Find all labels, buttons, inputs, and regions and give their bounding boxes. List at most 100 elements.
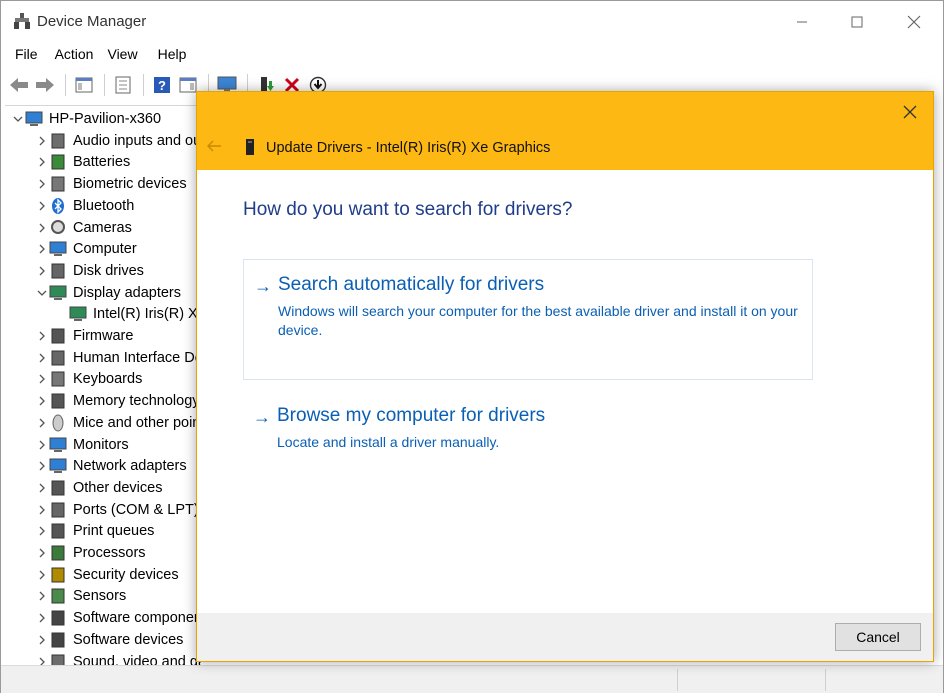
tree-item-bluetooth[interactable]: Bluetooth [5, 195, 201, 216]
tree-item-software-components[interactable]: Software components [5, 607, 201, 628]
tree-item-human-interface-devices[interactable]: Human Interface Devices [5, 347, 201, 368]
expander[interactable] [35, 459, 49, 473]
expander[interactable] [35, 524, 49, 538]
forward-arrow-icon [36, 78, 54, 92]
fingerprint-icon [51, 176, 65, 191]
chevron-right-icon [39, 505, 45, 514]
chevron-right-icon [39, 635, 45, 644]
expander[interactable] [35, 481, 49, 495]
option-description: Windows will search your computer for th… [278, 303, 798, 338]
help-button[interactable]: ? [150, 73, 174, 97]
tree-item-mice-and-other-pointing-devices[interactable]: Mice and other pointing devices [5, 412, 201, 433]
maximize-button[interactable] [842, 9, 872, 35]
processor-icon [51, 545, 65, 560]
back-arrow-icon[interactable] [205, 137, 223, 155]
unknown-device-icon [51, 480, 65, 495]
expander[interactable] [35, 242, 49, 256]
expander[interactable] [35, 221, 49, 235]
tree-item-keyboards[interactable]: Keyboards [5, 368, 201, 389]
expander[interactable] [35, 155, 49, 169]
tree-item-label: Software components [73, 609, 201, 626]
monitor-icon [25, 111, 43, 126]
expander[interactable] [35, 351, 49, 365]
expander[interactable] [35, 416, 49, 430]
tree-item-label: Security devices [73, 566, 179, 583]
tree-item-processors[interactable]: Processors [5, 542, 201, 563]
expander[interactable] [35, 329, 49, 343]
tree-item-software-devices[interactable]: Software devices [5, 629, 201, 650]
expander[interactable] [35, 199, 49, 213]
monitor-icon [49, 437, 67, 452]
forward-button[interactable] [33, 73, 57, 97]
menu-file[interactable]: File [1, 43, 46, 67]
tree-item-firmware[interactable]: Firmware [5, 325, 201, 346]
chevron-right-icon [39, 244, 45, 253]
cancel-button[interactable]: Cancel [835, 623, 921, 651]
device-icon [49, 370, 67, 388]
tree-item-biometric-devices[interactable]: Biometric devices [5, 173, 201, 194]
battery-icon [51, 154, 65, 169]
tree-item-cameras[interactable]: Cameras [5, 217, 201, 238]
browse-computer-option[interactable]: → Browse my computer for drivers Locate … [243, 391, 813, 461]
expander[interactable] [35, 438, 49, 452]
tree-item-monitors[interactable]: Monitors [5, 434, 201, 455]
back-button[interactable] [7, 73, 31, 97]
device-icon [49, 327, 67, 345]
menu-action[interactable]: Action [46, 43, 102, 67]
tree-item-other-devices[interactable]: Other devices [5, 477, 201, 498]
software-icon [51, 632, 65, 647]
menu-help[interactable]: Help [146, 43, 195, 67]
tree-item-memory-technology-devices[interactable]: Memory technology devices [5, 390, 201, 411]
menu-view[interactable]: View [101, 43, 145, 67]
tree-item-audio-inputs-and-outputs[interactable]: Audio inputs and outputs [5, 130, 201, 151]
close-window-button[interactable] [899, 9, 929, 35]
tree-item-disk-drives[interactable]: Disk drives [5, 260, 201, 281]
expander[interactable] [35, 503, 49, 517]
tree-item-root[interactable]: HP-Pavilion-x360 [5, 108, 201, 129]
tree-item-security-devices[interactable]: Security devices [5, 564, 201, 585]
expander[interactable] [35, 134, 49, 148]
expander[interactable] [35, 633, 49, 647]
tree-item-ports-com-lpt[interactable]: Ports (COM & LPT) [5, 499, 201, 520]
minimize-button[interactable] [787, 9, 817, 35]
tree-item-sensors[interactable]: Sensors [5, 585, 201, 606]
properties-button[interactable] [111, 73, 135, 97]
device-icon [49, 132, 67, 150]
expander [55, 307, 69, 321]
chevron-right-icon [39, 613, 45, 622]
tree-item-label: Audio inputs and outputs [73, 132, 201, 149]
chevron-right-icon [39, 331, 45, 340]
expander[interactable] [35, 177, 49, 191]
search-automatically-option[interactable]: → Search automatically for drivers Windo… [243, 259, 813, 380]
show-hide-console-tree-button[interactable] [72, 73, 96, 97]
device-icon [49, 436, 67, 454]
expander[interactable] [35, 286, 49, 300]
expander[interactable] [11, 112, 25, 126]
dialog-footer: Cancel [197, 613, 933, 661]
tree-item-display-adapters[interactable]: Display adapters [5, 282, 201, 303]
expander[interactable] [35, 589, 49, 603]
expander[interactable] [35, 394, 49, 408]
tree-item-print-queues[interactable]: Print queues [5, 520, 201, 541]
tree-item-batteries[interactable]: Batteries [5, 151, 201, 172]
dialog-close-button[interactable] [897, 100, 923, 124]
tree-item-computer[interactable]: Computer [5, 238, 201, 259]
tree-item-intel-r-iris-r-xe-graphics[interactable]: Intel(R) Iris(R) Xe Graphics [5, 303, 201, 324]
expander[interactable] [35, 655, 49, 665]
expander[interactable] [35, 611, 49, 625]
menu-bar: File Action View Help [1, 43, 194, 67]
tree-item-label: Computer [73, 240, 137, 257]
chevron-right-icon [39, 461, 45, 470]
chip-icon [51, 328, 65, 343]
expander[interactable] [35, 546, 49, 560]
expander[interactable] [35, 264, 49, 278]
device-icon [25, 110, 43, 128]
tree-item-network-adapters[interactable]: Network adapters [5, 455, 201, 476]
title-bar: Device Manager [1, 1, 943, 41]
tree-item-sound-video-and-game-controllers[interactable]: Sound, video and game controllers [5, 651, 201, 665]
toolbar-separator [65, 74, 66, 96]
expander[interactable] [35, 372, 49, 386]
device-icon [49, 392, 67, 410]
expander[interactable] [35, 568, 49, 582]
tree-item-label: Monitors [73, 436, 129, 453]
